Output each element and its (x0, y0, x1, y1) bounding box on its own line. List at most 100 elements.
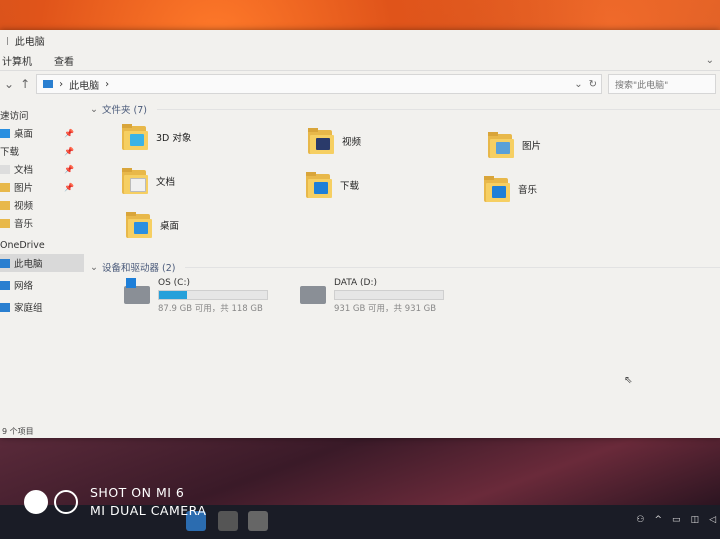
drive-c[interactable]: OS (C:) 87.9 GB 可用，共 118 GB (124, 278, 268, 314)
homegroup-icon (0, 302, 10, 312)
drive-usage-bar (158, 290, 268, 300)
sidebar-item-music[interactable]: 音乐 (0, 214, 84, 232)
folder-label: 文档 (156, 177, 176, 188)
folder-pictures-icon (486, 130, 516, 160)
drive-name: DATA (D:) (334, 278, 378, 288)
folder-3d-objects[interactable]: 3D 对象 (120, 122, 191, 152)
folder-pictures[interactable]: 图片 (486, 130, 541, 160)
people-icon[interactable]: ⚇ (636, 515, 644, 525)
folder-3d-objects-icon (120, 122, 150, 152)
sidebar-item-label: 此电脑 (14, 259, 43, 270)
music-icon (0, 218, 10, 228)
video-icon (0, 200, 10, 210)
folder-videos[interactable]: 视频 (306, 126, 361, 156)
folder-downloads-icon (304, 170, 334, 200)
section-divider (185, 266, 720, 268)
section-title: 文件夹 (7) (101, 105, 147, 116)
status-bar: 9 个项目 (0, 424, 34, 438)
folder-grid: 3D 对象 视频 图片 文档 下载 音乐 桌面 (90, 118, 720, 258)
ribbon-expand-icon[interactable]: ⌄ (706, 55, 714, 66)
address-separator: › (59, 78, 64, 90)
pin-icon: 📌 (64, 146, 74, 156)
sidebar-item-videos[interactable]: 视频 (0, 196, 84, 214)
folder-desktop[interactable]: 桌面 (124, 210, 179, 240)
tab-view[interactable]: 查看 (54, 53, 74, 68)
address-dropdown-icon[interactable]: ⌄ (574, 79, 582, 90)
address-path: 此电脑 (69, 80, 100, 92)
folder-desktop-icon (124, 210, 154, 240)
window-menu-icon[interactable]: | (6, 36, 9, 45)
desktop-icon (0, 128, 10, 138)
sidebar-item-documents[interactable]: 文档 📌 (0, 160, 84, 178)
folder-documents[interactable]: 文档 (120, 166, 175, 196)
collapse-icon[interactable]: ⌄ (90, 104, 98, 115)
folder-label: 桌面 (160, 221, 180, 232)
sidebar-item-network[interactable]: 网络 (0, 276, 84, 294)
section-folders[interactable]: ⌄ 文件夹 (7) (90, 100, 720, 118)
file-explorer-window: | 此电脑 计算机 查看 ⌄ ⌄ ↑ › 此电脑 › ⌄ ↻ 搜索"此电脑" 速… (0, 30, 720, 438)
sidebar-item-label: 桌面 (14, 129, 34, 140)
folder-label: 音乐 (518, 185, 538, 196)
computer-icon (43, 80, 54, 88)
pin-icon: 📌 (64, 128, 74, 138)
network-icon[interactable]: ◫ (691, 515, 700, 525)
sidebar-item-this-pc[interactable]: 此电脑 (0, 254, 84, 272)
explorer-body: 速访问 桌面 📌 下载 📌 文档 📌 图片 📌 视频 音乐 OneDrive 此电脑 网… (0, 100, 720, 424)
sidebar-item-label: OneDrive (0, 239, 45, 251)
drive-d-icon (300, 286, 326, 304)
drive-d[interactable]: DATA (D:) 931 GB 可用，共 931 GB (300, 278, 444, 314)
folder-music[interactable]: 音乐 (482, 174, 537, 204)
up-chevron-icon[interactable]: ^ (655, 515, 663, 525)
document-icon (0, 164, 10, 174)
section-title: 设备和驱动器 (2) (101, 263, 176, 274)
sidebar-item-label: 文档 (14, 165, 34, 176)
collapse-icon[interactable]: ⌄ (90, 262, 98, 273)
address-row: ⌄ ↑ › 此电脑 › ⌄ ↻ 搜索"此电脑" (0, 71, 720, 97)
pin-icon: 📌 (64, 164, 74, 174)
ribbon-tabs: 计算机 查看 ⌄ (0, 50, 720, 71)
drive-list: OS (C:) 87.9 GB 可用，共 118 GB DATA (D:) 93… (90, 276, 720, 336)
sidebar-item-desktop[interactable]: 桌面 📌 (0, 124, 84, 142)
sidebar-item-pictures[interactable]: 图片 📌 (0, 178, 84, 196)
search-placeholder: 搜索"此电脑" (615, 80, 669, 91)
mail-taskbar-icon[interactable] (248, 511, 268, 531)
navigation-pane: 速访问 桌面 📌 下载 📌 文档 📌 图片 📌 视频 音乐 OneDrive 此电脑 网… (0, 100, 84, 424)
folder-downloads[interactable]: 下载 (304, 170, 359, 200)
folder-documents-icon (120, 166, 150, 196)
address-separator-2: › (105, 78, 110, 90)
sidebar-item-label: 速访问 (0, 111, 29, 122)
watermark-text: SHOT ON MI 6 MI DUAL CAMERA (90, 484, 206, 520)
drive-free-space: 931 GB 可用，共 931 GB (334, 304, 437, 314)
drive-c-icon (124, 278, 150, 304)
pin-icon: 📌 (64, 182, 74, 192)
store-taskbar-icon[interactable] (218, 511, 238, 531)
content-pane: ⌄ 文件夹 (7) 3D 对象 视频 图片 文档 下载 音乐 桌面 ⌄ 设备和驱… (84, 100, 720, 424)
section-divider (156, 108, 720, 110)
search-input[interactable]: 搜索"此电脑" (608, 74, 716, 94)
computer-icon (0, 258, 10, 268)
dropdown-icon[interactable]: ⌄ (4, 77, 14, 91)
sidebar-item-label: 图片 (14, 183, 34, 194)
sidebar-item-onedrive[interactable]: OneDrive (0, 236, 84, 254)
sidebar-item-downloads[interactable]: 下载 📌 (0, 142, 84, 160)
folder-label: 3D 对象 (156, 133, 192, 144)
camera-logo-circle (54, 490, 78, 514)
sidebar-item-quick-access[interactable]: 速访问 (0, 106, 84, 124)
drive-usage-fill (159, 291, 188, 299)
refresh-icon[interactable]: ↻ (589, 79, 601, 90)
window-title: 此电脑 (14, 36, 45, 48)
picture-icon (0, 182, 10, 192)
sidebar-item-label: 家庭组 (14, 303, 43, 314)
tab-computer[interactable]: 计算机 (2, 53, 32, 68)
sidebar-item-homegroup[interactable]: 家庭组 (0, 298, 84, 316)
address-bar[interactable]: › 此电脑 › ⌄ ↻ (36, 74, 602, 94)
up-arrow-icon[interactable]: ↑ (20, 77, 30, 91)
folder-music-icon (482, 174, 512, 204)
drive-usage-bar (334, 290, 444, 300)
volume-icon[interactable]: ◁ (709, 515, 716, 525)
folder-label: 下载 (340, 181, 360, 192)
section-drives[interactable]: ⌄ 设备和驱动器 (2) (90, 258, 720, 276)
battery-icon[interactable]: ▭ (672, 515, 681, 525)
watermark-line-1: SHOT ON MI 6 (90, 485, 185, 500)
sidebar-item-label: 下载 (0, 147, 20, 158)
